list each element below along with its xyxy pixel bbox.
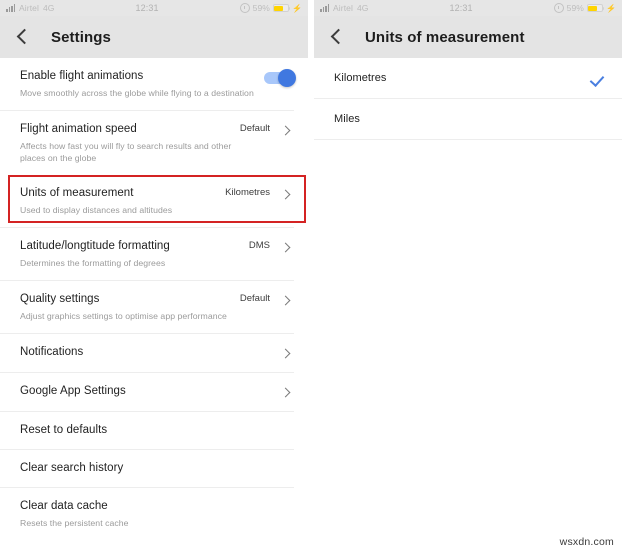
row-subtitle: Resets the persistent cache [20,518,129,528]
status-bar-left-group: Airtel 4G [6,3,55,13]
battery-icon [586,4,605,12]
row-subtitle: Determines the formatting of degrees [20,258,166,268]
back-chevron-icon[interactable] [12,26,34,48]
toggle-knob [278,69,296,87]
row-text-group: Flight animation speed Affects how fast … [20,122,232,164]
row-title: Latitude/longtitude formatting [20,240,170,252]
row-title: Google App Settings [20,385,126,397]
battery-percent-label: 59% [566,3,584,13]
appbar-left: Settings [0,16,308,58]
row-control-group [280,384,294,400]
dual-screenshot-container: Airtel 4G 12:31 59% ⚡ Settings Enable fl… [0,0,622,554]
clock-label: 12:31 [135,3,159,13]
alarm-icon [239,3,250,13]
back-chevron-icon[interactable] [326,26,348,48]
row-title: Clear data cache [20,500,108,512]
row-text-group: Clear data cache Resets the persistent c… [20,499,294,529]
signal-bars-icon [6,4,15,12]
settings-row-flight-animation-speed[interactable]: Flight animation speed Affects how fast … [0,111,308,175]
battery-percent-label: 59% [252,3,270,13]
row-control-group [280,345,294,361]
units-options-list: Kilometres Miles [314,58,622,140]
chevron-right-icon[interactable] [280,346,294,361]
row-subtitle: Move smoothly across the globe while fly… [20,88,254,98]
option-row-miles[interactable]: Miles [314,99,622,139]
row-title: Units of measurement [20,187,134,199]
settings-row-clear-data-cache[interactable]: Clear data cache Resets the persistent c… [0,488,308,540]
chevron-right-icon[interactable] [280,293,294,308]
chevron-right-icon[interactable] [280,123,294,138]
left-phone-screen: Airtel 4G 12:31 59% ⚡ Settings Enable fl… [0,0,308,554]
row-control-group: Default [240,292,294,308]
chevron-right-icon[interactable] [280,187,294,202]
status-bar-right-group: 59% ⚡ [239,3,302,13]
settings-row-units-of-measurement[interactable]: Units of measurement Used to display dis… [0,175,308,227]
alarm-icon [553,3,564,13]
row-control-group: Kilometres [225,186,294,202]
battery-icon [272,4,291,12]
row-value: DMS [248,240,270,251]
page-title: Units of measurement [365,28,525,46]
row-text-group: Quality settings Adjust graphics setting… [20,292,232,322]
clock-label: 12:31 [449,3,473,13]
bolt-icon: ⚡ [605,3,616,13]
appbar-right: Units of measurement [314,16,622,58]
flight-animations-toggle[interactable] [264,69,296,87]
divider [314,139,622,140]
row-value: Default [239,293,270,304]
row-value: Default [239,123,270,134]
row-text-group: Reset to defaults [20,423,294,438]
bolt-icon: ⚡ [291,3,302,13]
row-subtitle: Adjust graphics settings to optimise app… [20,311,227,321]
row-control-group: DMS [249,239,294,255]
settings-row-clear-search-history[interactable]: Clear search history [0,450,308,487]
settings-row-quality-settings[interactable]: Quality settings Adjust graphics setting… [0,281,308,333]
chevron-right-icon[interactable] [280,385,294,400]
row-title: Enable flight animations [20,70,144,82]
network-type-label: 4G [356,3,369,13]
right-phone-screen: Airtel 4G 12:31 59% ⚡ Units of measureme… [314,0,622,554]
row-subtitle: Used to display distances and altitudes [20,205,173,215]
carrier-label: Airtel [19,3,39,13]
row-control-group: Default [240,122,294,138]
row-text-group: Google App Settings [20,384,272,399]
row-title: Quality settings [20,293,100,305]
row-text-group: Units of measurement Used to display dis… [20,186,217,216]
option-row-kilometres[interactable]: Kilometres [314,58,622,98]
settings-row-enable-flight-animations[interactable]: Enable flight animations Move smoothly a… [0,58,308,110]
status-bar-left-group: Airtel 4G [320,3,369,13]
row-title: Clear search history [20,462,124,474]
row-value: Kilometres [225,187,270,198]
page-title: Settings [51,28,111,46]
chevron-right-icon[interactable] [280,240,294,255]
row-title: Notifications [20,346,84,358]
row-text-group: Latitude/longtitude formatting Determine… [20,239,241,269]
signal-bars-icon [320,4,329,12]
row-text-group: Clear search history [20,461,294,476]
row-control-group [264,69,296,87]
settings-row-notifications[interactable]: Notifications [0,334,308,372]
row-text-group: Notifications [20,345,272,360]
watermark: wsxdn.com [559,536,614,548]
row-title: Flight animation speed [20,123,137,135]
settings-row-latitude-longitude-formatting[interactable]: Latitude/longtitude formatting Determine… [0,228,308,280]
row-title: Reset to defaults [20,424,108,436]
option-label: Miles [334,113,360,125]
option-label: Kilometres [334,72,387,84]
status-bar-left: Airtel 4G 12:31 59% ⚡ [0,0,308,16]
settings-list: Enable flight animations Move smoothly a… [0,58,308,540]
settings-row-reset-to-defaults[interactable]: Reset to defaults [0,412,308,449]
check-icon [590,70,606,86]
status-bar-right-group: 59% ⚡ [553,3,616,13]
status-bar-right: Airtel 4G 12:31 59% ⚡ [314,0,622,16]
settings-row-google-app-settings[interactable]: Google App Settings [0,373,308,411]
network-type-label: 4G [42,3,55,13]
row-subtitle: Affects how fast you will fly to search … [20,141,232,163]
carrier-label: Airtel [333,3,353,13]
row-text-group: Enable flight animations Move smoothly a… [20,69,256,99]
